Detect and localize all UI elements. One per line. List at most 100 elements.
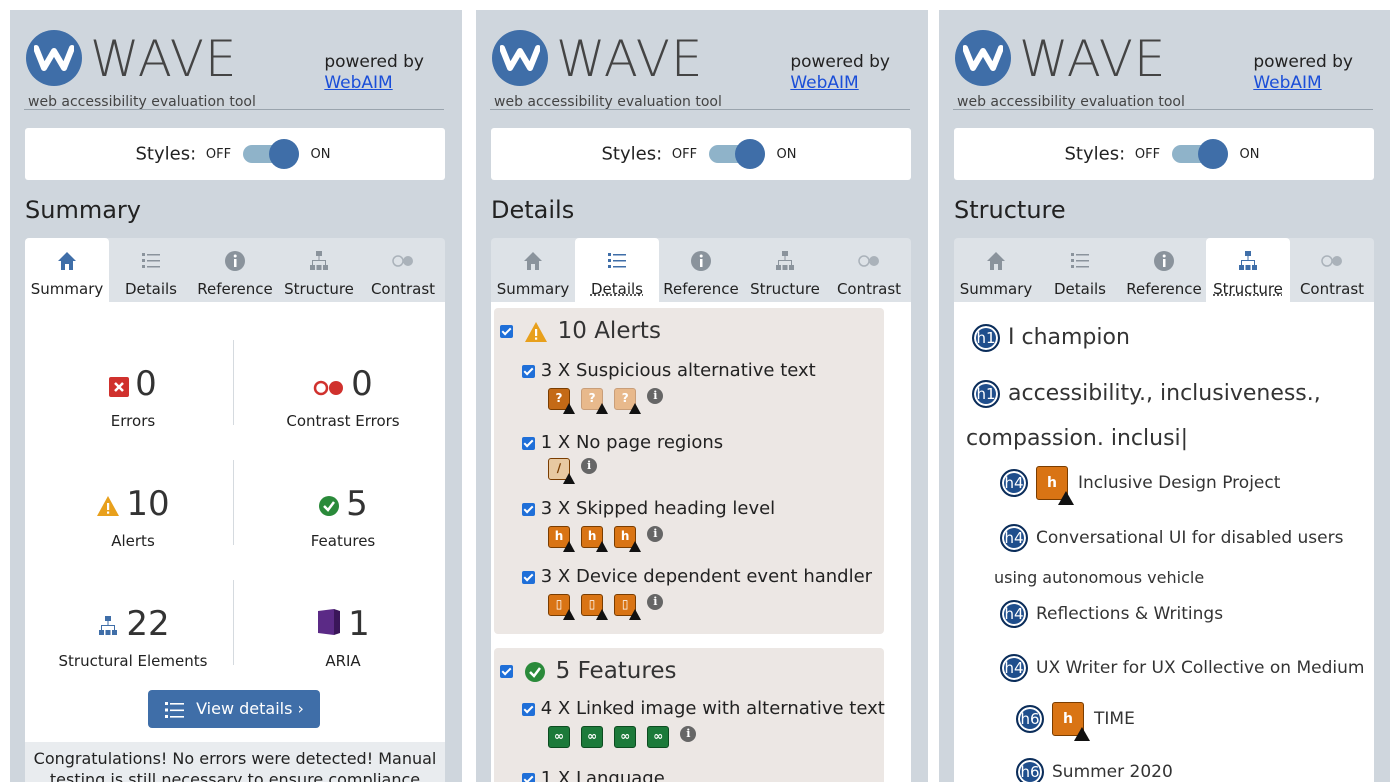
item-checkbox[interactable] — [522, 436, 535, 450]
skipped-heading-icon[interactable]: h — [548, 526, 575, 552]
contrast-error-icon — [313, 364, 345, 408]
list-icon — [608, 253, 626, 268]
home-icon — [58, 252, 76, 270]
powered-by: powered by WebAIM — [1253, 52, 1353, 94]
tab-reference[interactable]: Reference — [1122, 238, 1206, 302]
styles-toggle-switch[interactable] — [708, 139, 765, 169]
tab-details[interactable]: Details — [575, 238, 659, 302]
heading-h1[interactable]: h1 I champion — [972, 324, 1130, 352]
info-icon[interactable]: i — [647, 388, 664, 404]
tab-structure[interactable]: Structure — [743, 238, 827, 302]
list-icon — [1071, 253, 1089, 268]
tab-contrast[interactable]: Contrast — [827, 238, 911, 302]
contrast-errors-label: Contrast Errors — [286, 412, 400, 430]
heading-h4[interactable]: h4 Conversational UI for disabled users — [1000, 524, 1343, 552]
mouse-handler-icon[interactable]: ▯ — [581, 594, 609, 620]
skipped-heading-icon[interactable]: h — [581, 526, 609, 552]
suspicious-alt-icon[interactable]: ? — [548, 388, 575, 414]
styles-toggle-bar: Styles: OFF ON — [491, 128, 911, 180]
item-checkbox[interactable] — [522, 502, 535, 516]
tab-summary[interactable]: Summary — [25, 238, 109, 302]
feature-item-linked-image: 4 X Linked image with alternative text — [522, 698, 885, 719]
info-icon — [1154, 251, 1174, 271]
info-icon[interactable]: i — [647, 594, 664, 610]
divider — [233, 580, 234, 665]
wave-logo-icon — [492, 30, 548, 86]
skipped-heading-icon[interactable]: h — [1052, 702, 1090, 741]
item-checkbox[interactable] — [522, 702, 535, 716]
tab-contrast[interactable]: Contrast — [1290, 238, 1374, 302]
linked-image-icon[interactable]: ∞ — [548, 726, 570, 748]
heading-h4[interactable]: h4 h Inclusive Design Project — [1000, 466, 1280, 505]
tab-reference[interactable]: Reference — [659, 238, 743, 302]
linked-image-icon[interactable]: ∞ — [647, 726, 670, 748]
h6-badge-icon: h6 — [1016, 758, 1044, 782]
tab-details[interactable]: Details — [109, 238, 193, 302]
structure-panel: WAVE web accessibility evaluation tool p… — [939, 10, 1390, 782]
summary-content: 0 Errors 0 Contrast Errors 10 Alerts 5 F… — [25, 302, 445, 782]
tab-structure[interactable]: Structure — [277, 238, 361, 302]
suspicious-alt-icon[interactable]: ? — [614, 388, 642, 414]
skipped-heading-icon[interactable]: h — [614, 526, 642, 552]
summary-panel: WAVE web accessibility evaluation tool p… — [10, 10, 462, 782]
heading-h4[interactable]: h4 Reflections & Writings — [1000, 600, 1223, 628]
webaim-link[interactable]: WebAIM — [324, 73, 424, 94]
structure-icon — [310, 251, 328, 270]
mouse-handler-icon[interactable]: ▯ — [548, 594, 575, 620]
item-checkbox[interactable] — [522, 364, 535, 378]
skipped-heading-icon[interactable]: h — [1036, 466, 1074, 505]
webaim-link[interactable]: WebAIM — [1253, 73, 1353, 94]
aria-icon — [316, 604, 342, 648]
tab-summary[interactable]: Summary — [491, 238, 575, 302]
divider — [233, 340, 234, 425]
linked-image-icon[interactable]: ∞ — [581, 726, 604, 748]
alert-item-no-regions: 1 X No page regions — [522, 432, 723, 453]
heading-text-continued: using autonomous vehicle — [994, 568, 1205, 587]
alert-icon — [96, 484, 120, 528]
tab-details[interactable]: Details — [1038, 238, 1122, 302]
suspicious-alt-icon[interactable]: ? — [581, 388, 609, 414]
stat-errors: 0 Errors — [33, 362, 233, 430]
wave-title: WAVE — [556, 30, 704, 88]
styles-toggle-bar: Styles: OFF ON — [25, 128, 445, 180]
heading-h4[interactable]: h4 UX Writer for UX Collective on Medium — [1000, 654, 1364, 682]
feature-item-language: 1 X Language — [522, 768, 665, 782]
heading-h1[interactable]: h1 accessibility., inclusiveness., — [972, 380, 1321, 408]
toggle-knob — [734, 139, 765, 169]
tab-summary[interactable]: Summary — [954, 238, 1038, 302]
tab-structure[interactable]: Structure — [1206, 238, 1290, 302]
alerts-group-heading: 10 Alerts — [500, 318, 661, 344]
styles-toggle-switch[interactable] — [242, 139, 299, 169]
stat-alerts: 10 Alerts — [33, 482, 233, 550]
info-icon[interactable]: i — [581, 458, 598, 474]
contrast-icon — [392, 255, 413, 267]
alerts-checkbox[interactable] — [500, 325, 513, 338]
view-details-button[interactable]: View details › — [148, 690, 320, 728]
wave-tagline: web accessibility evaluation tool — [28, 94, 256, 110]
tab-contrast[interactable]: Contrast — [361, 238, 445, 302]
heading-h6[interactable]: h6 h TIME — [1016, 702, 1135, 741]
features-checkbox[interactable] — [500, 665, 513, 678]
info-icon[interactable]: i — [647, 526, 664, 542]
alert-item-suspicious-alt: 3 X Suspicious alternative text — [522, 360, 816, 381]
features-group: 5 Features 4 X Linked image with alterna… — [494, 648, 885, 782]
info-icon[interactable]: i — [680, 726, 697, 742]
item-checkbox[interactable] — [522, 570, 535, 584]
wave-tagline: web accessibility evaluation tool — [494, 94, 722, 110]
linked-image-icon[interactable]: ∞ — [614, 726, 637, 748]
features-group-heading: 5 Features — [500, 658, 676, 684]
toggle-knob — [1197, 139, 1228, 169]
heading-h6[interactable]: h6 Summer 2020 — [1016, 758, 1173, 782]
webaim-link[interactable]: WebAIM — [790, 73, 890, 94]
item-checkbox[interactable] — [522, 772, 535, 782]
mouse-handler-icon[interactable]: ▯ — [614, 594, 642, 620]
stat-aria: 1 ARIA — [243, 602, 443, 670]
info-icon — [225, 251, 245, 271]
no-regions-icon[interactable]: ∕ — [548, 458, 575, 484]
contrast-icon — [858, 255, 879, 267]
home-icon — [987, 252, 1005, 270]
wave-tagline: web accessibility evaluation tool — [957, 94, 1185, 110]
details-panel: WAVE web accessibility evaluation tool p… — [476, 10, 928, 782]
tab-reference[interactable]: Reference — [193, 238, 277, 302]
styles-toggle-switch[interactable] — [1171, 139, 1228, 169]
